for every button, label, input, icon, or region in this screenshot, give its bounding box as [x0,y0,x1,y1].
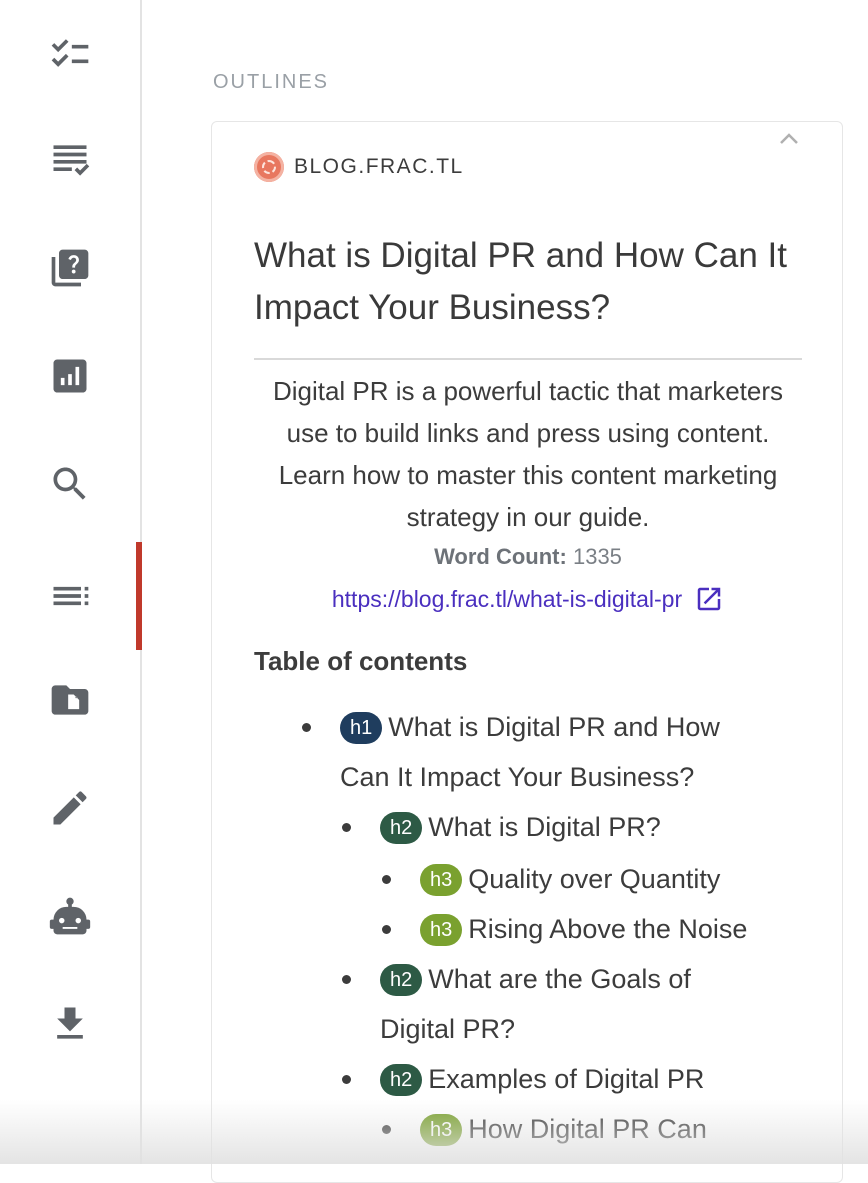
word-count-value: 1335 [572,544,622,569]
bullet [382,875,391,884]
bullet [342,823,351,832]
heading-level-badge: h3 [420,1114,463,1146]
bullet [382,925,391,934]
word-count: Word Count: 1335 [254,544,802,570]
site-name: BLOG.FRAC.TL [294,155,464,178]
toc-item-text: Quality over Quantity [468,864,721,894]
toc-item[interactable]: h3 Rising Above the Noise [382,904,748,954]
toc-item[interactable]: h2 Examples of Digital PR [342,1054,705,1104]
toc-item[interactable]: h3 How Digital PR Can [382,1104,707,1154]
chevron-up-icon [780,133,798,144]
sidebar-item-download[interactable] [0,970,140,1078]
toc-item-text-cont: Can It Impact Your Business? [340,762,695,792]
site-row: BLOG.FRAC.TL [254,152,464,182]
sidebar-item-stats[interactable] [0,322,140,430]
toc-item[interactable]: h3 Quality over Quantity [382,854,721,904]
toc-item-text: What are the Goals of [428,964,691,994]
text-checked-icon [53,145,90,176]
search-icon [53,467,86,500]
heading-level-badge: h2 [380,964,423,996]
chart-icon [53,359,87,393]
sidebar-item-files[interactable] [0,646,140,754]
toc-item-text: How Digital PR Can [468,1114,707,1144]
checklist-icon [51,39,89,67]
bullet [302,723,311,732]
pencil-icon [53,791,87,825]
download-icon [57,1007,83,1039]
heading-level-badge: h1 [340,712,383,744]
outline-card: BLOG.FRAC.TL What is Digital PR and How … [211,121,843,1183]
sidebar [0,0,142,1164]
sidebar-item-search[interactable] [0,430,140,538]
heading-level-badge: h3 [420,864,463,896]
page-url-link[interactable]: https://blog.frac.tl/what-is-digital-pr [332,586,682,613]
bullet [382,1125,391,1134]
toc-item-text: Rising Above the Noise [468,914,748,944]
page-title: What is Digital PR and How Can It Impact… [254,236,787,327]
bullet [342,975,351,984]
heading-level-badge: h2 [380,1064,423,1096]
folder-file-icon [51,685,89,715]
sidebar-item-questions[interactable] [0,214,140,322]
toc-item-text: Examples of Digital PR [428,1064,705,1094]
divider [254,358,802,360]
heading-level-badge: h3 [420,914,463,946]
bullet [342,1075,351,1084]
sidebar-item-ai[interactable] [0,862,140,970]
toc-item-text-cont: Digital PR? [380,1014,516,1044]
url-row: https://blog.frac.tl/what-is-digital-pr [254,584,802,614]
heading-level-badge: h2 [380,812,423,844]
sidebar-item-text-check[interactable] [0,106,140,214]
external-link-icon[interactable] [694,584,724,614]
collapse-button[interactable] [776,128,802,150]
word-count-label: Word Count: [434,544,567,569]
question-library-icon [51,249,89,287]
meta-description: Digital PR is a powerful tactic that mar… [272,376,784,532]
robot-icon [49,897,91,935]
site-favicon-icon [254,152,284,182]
toc-item[interactable]: h2 What are the Goals of Digital PR? [342,954,780,1054]
toc-item-text: What is Digital PR? [428,812,661,842]
outline-list-icon [53,586,89,606]
sidebar-item-outlines[interactable] [0,542,142,650]
section-title: OUTLINES [213,71,330,93]
sidebar-item-checklist[interactable] [0,0,140,108]
sidebar-item-edit[interactable] [0,754,140,862]
toc-title: Table of contents [254,646,468,676]
toc-item[interactable]: h1 What is Digital PR and How Can It Impa… [302,702,780,802]
toc-item-text: What is Digital PR and How [388,712,720,742]
toc-item[interactable]: h2 What is Digital PR? [342,802,661,852]
